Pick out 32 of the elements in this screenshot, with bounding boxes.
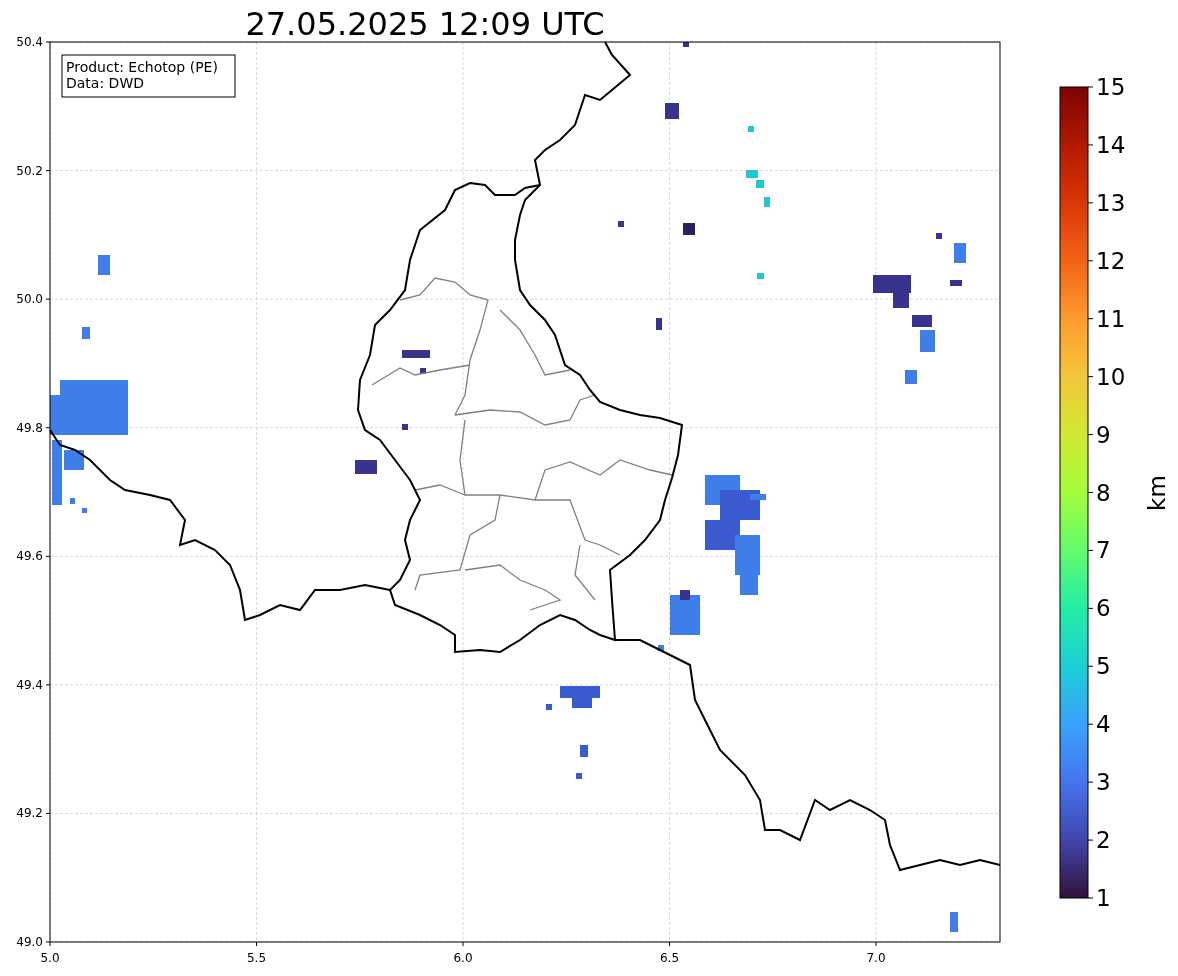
y-tick-label: 50.2 [16, 163, 43, 178]
colorbar-tick-label: 13 [1096, 189, 1126, 216]
legend-text: Data: DWD [66, 75, 144, 91]
colorbar-tick-label: 14 [1096, 131, 1126, 158]
legend-text: Product: Echotop (PE) [66, 59, 218, 75]
colorbar-tick-label: 10 [1096, 363, 1126, 390]
colorbar-tick-label: 7 [1096, 537, 1111, 564]
colorbar-tick-label: 11 [1096, 305, 1126, 332]
figure-title: 27.05.2025 12:09 UTC [245, 5, 605, 43]
x-tick-label: 6.5 [659, 951, 680, 965]
colorbar-tick-label: 1 [1096, 885, 1111, 911]
x-tick-label: 6.0 [453, 951, 473, 965]
x-tick-label: 7.0 [866, 951, 886, 965]
colorbar-tick-label: 4 [1096, 711, 1111, 738]
y-tick-label: 50.0 [16, 292, 43, 307]
y-tick-label: 49.2 [16, 806, 43, 821]
x-tick-label: 5.0 [40, 951, 60, 965]
colorbar-tick-label: 12 [1096, 247, 1126, 274]
y-tick-label: 50.4 [16, 35, 43, 49]
colorbar-label: km [1144, 475, 1170, 511]
colorbar-tick-label: 6 [1096, 595, 1111, 622]
colorbar-tick-label: 15 [1096, 74, 1126, 100]
colorbar-tick-label: 2 [1096, 827, 1111, 854]
y-tick-label: 49.6 [16, 549, 43, 564]
y-tick-label: 49.8 [16, 420, 43, 435]
y-tick-label: 49.0 [16, 935, 43, 949]
colorbar-tick-label: 5 [1096, 653, 1111, 680]
y-tick-label: 49.4 [16, 677, 43, 692]
x-tick-label: 5.5 [246, 951, 267, 965]
colorbar-tick-label: 8 [1096, 479, 1111, 506]
colorbar-tick-label: 3 [1096, 769, 1111, 796]
colorbar-tick-label: 9 [1096, 421, 1111, 448]
